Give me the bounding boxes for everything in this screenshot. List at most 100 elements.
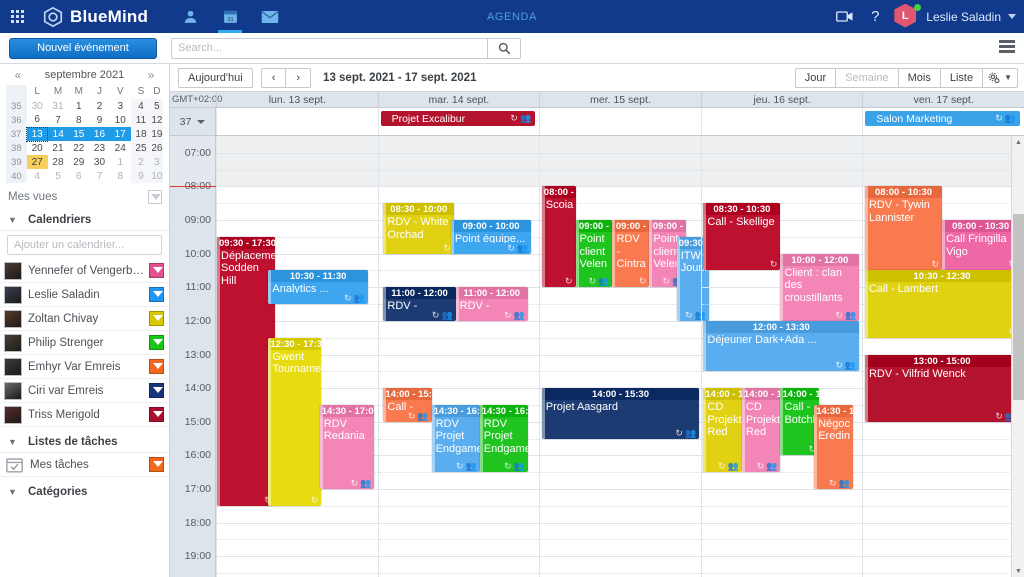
calendar-event[interactable]: 09:00 - Point client Velen ↻👥 xyxy=(575,220,613,288)
mini-cal-day[interactable]: 12 xyxy=(151,113,163,127)
calendar-color-flag[interactable] xyxy=(149,407,164,422)
day-header-4[interactable]: ven. 17 sept. xyxy=(862,92,1024,107)
calendar-event[interactable]: 14:00 - 16CD Projekt Red ↻👥 xyxy=(741,388,781,473)
calendar-event[interactable]: 11:00 - 12:00 RDV - ↻ 👥 xyxy=(455,287,528,321)
calendar-event[interactable]: 14:30 - 16:30RDV Projet Endgame ↻👥 xyxy=(479,404,528,473)
mini-cal-day[interactable]: 8 xyxy=(110,169,131,183)
mini-cal-day[interactable]: 31 xyxy=(48,99,69,113)
vertical-scrollbar[interactable]: ▲ ▼ xyxy=(1011,136,1024,577)
sidebar-item-calendar-6[interactable]: Triss Merigold xyxy=(0,403,169,427)
day-header-0[interactable]: lun. 13 sept. xyxy=(216,92,378,107)
grid-apps-icon[interactable] xyxy=(0,0,34,33)
mini-cal-day[interactable]: 4 xyxy=(27,169,48,183)
mini-cal-day[interactable]: 28 xyxy=(48,155,69,169)
all-day-cell-2[interactable] xyxy=(539,108,701,135)
calendar-event[interactable]: 10:00 - 12:00 Client : clan des croustill… xyxy=(780,253,860,321)
calendar-color-flag[interactable] xyxy=(149,287,164,302)
sidebar-item-calendar-4[interactable]: Emhyr Var Emreis xyxy=(0,355,169,379)
mini-cal-day[interactable]: 9 xyxy=(130,169,152,183)
day-header-1[interactable]: mar. 14 sept. xyxy=(377,92,540,107)
previous-week-button[interactable]: ‹ xyxy=(260,67,287,88)
my-views-flag-icon[interactable] xyxy=(148,190,162,204)
mini-cal-day[interactable]: 7 xyxy=(89,169,110,183)
calendar-color-flag[interactable] xyxy=(149,311,164,326)
calendar-event[interactable]: 09:00 - RDV - Cintra ↻ xyxy=(612,220,650,288)
mini-cal-day[interactable]: 2 xyxy=(89,99,110,113)
all-day-cell-1[interactable]: Projet Excalibur ↻ 👥 xyxy=(377,108,540,135)
mini-cal-day[interactable]: 5 xyxy=(48,169,69,183)
search-button[interactable] xyxy=(487,37,521,59)
week-number-cell[interactable]: 37 xyxy=(170,108,216,135)
mini-cal-day[interactable]: 16 xyxy=(89,127,110,141)
scroll-up-arrow-icon[interactable]: ▲ xyxy=(1012,136,1024,148)
next-week-button[interactable]: › xyxy=(286,67,312,88)
calendar-event[interactable]: 11:00 - 12:00 RDV - ↻ 👥 xyxy=(383,287,456,321)
calendar-event[interactable]: 09:00 - 10:30Call Fringilla Vigo↻ xyxy=(942,220,1020,271)
mini-cal-day[interactable]: 6 xyxy=(68,169,89,183)
scrollbar-thumb[interactable] xyxy=(1013,214,1024,400)
mini-cal-day[interactable]: 2 xyxy=(130,155,152,169)
avatar[interactable]: L xyxy=(894,3,922,30)
mini-cal-day[interactable]: 26 xyxy=(151,141,163,155)
mini-cal-day[interactable]: 1 xyxy=(68,99,89,113)
chevron-down-icon[interactable] xyxy=(1008,14,1016,19)
calendar-event[interactable]: 14:00 - 15:30 Projet Aasgard ↻ 👥 xyxy=(541,388,700,439)
mini-cal-day[interactable]: 3 xyxy=(151,155,163,169)
sidebar-item-calendar-3[interactable]: Philip Strenger xyxy=(0,331,169,355)
categories-section-header[interactable]: ▼ Catégories xyxy=(0,481,169,503)
sidebar-item-calendar-1[interactable]: Leslie Saladin xyxy=(0,283,169,307)
calendar-event[interactable]: 09:00 - 10:00 Point équipe... ↻ 👥 xyxy=(450,220,532,254)
search-input[interactable] xyxy=(171,37,487,59)
video-call-icon[interactable] xyxy=(830,0,860,33)
mini-cal-prev-button[interactable]: « xyxy=(12,68,24,82)
mini-cal-day[interactable]: 10 xyxy=(110,113,131,127)
all-day-event[interactable]: Salon Marketing ↻ 👥 xyxy=(865,111,1020,126)
user-name-label[interactable]: Leslie Saladin xyxy=(926,10,1001,24)
mini-cal-day[interactable]: 15 xyxy=(68,127,90,141)
calendar-event[interactable]: 08:00 - Scoia ↻ xyxy=(541,186,576,288)
view-button-liste[interactable]: Liste xyxy=(940,67,984,88)
day-header-2[interactable]: mer. 15 sept. xyxy=(539,92,701,107)
day-column-1[interactable]: 08:30 - 10:00 RDV - White Orchad ↻ 09:00 - … xyxy=(377,136,540,577)
mini-cal-next-button[interactable]: » xyxy=(145,68,157,82)
mini-cal-day[interactable]: 24 xyxy=(110,141,131,155)
mini-cal-day[interactable]: 20 xyxy=(27,141,48,155)
mini-cal-week-number[interactable]: 36 xyxy=(6,113,27,127)
mini-cal-day[interactable]: 5 xyxy=(151,99,163,113)
mini-cal-day[interactable]: 23 xyxy=(89,141,110,155)
calendar-event[interactable]: 08:00 - 10:30 RDV - Tywin Lannister ↻ xyxy=(864,186,943,271)
mini-cal-day[interactable]: 21 xyxy=(48,141,69,155)
my-views-row[interactable]: Mes vues xyxy=(0,185,169,209)
mini-cal-week-number[interactable]: 37 xyxy=(6,127,27,141)
all-day-event[interactable]: Projet Excalibur ↻ 👥 xyxy=(380,111,536,126)
contacts-icon[interactable] xyxy=(170,0,210,33)
mini-cal-day[interactable]: 27 xyxy=(26,155,48,169)
help-icon[interactable]: ? xyxy=(860,0,890,33)
calendar-event[interactable]: 12:00 - 13:30 Déjeuner Dark+Ada ... ↻ 👥 xyxy=(703,320,860,372)
calendar-event[interactable]: 12:30 - 17:30Gwent Tournament ↻ xyxy=(268,337,322,506)
mini-cal-day[interactable]: 17 xyxy=(109,127,131,141)
mini-cal-day[interactable]: 29 xyxy=(68,155,89,169)
calendar-icon[interactable]: 31 xyxy=(210,0,250,33)
mini-cal-week-number[interactable]: 40 xyxy=(6,169,27,183)
calendar-event[interactable]: 14:30 - 17Négoc Eredin ↻👥 xyxy=(814,404,853,489)
add-calendar-field[interactable] xyxy=(7,235,162,255)
calendar-event[interactable]: 14:30 - 17:00 RDV Redania ↻ 👥 xyxy=(319,404,375,489)
mini-cal-week-number[interactable]: 35 xyxy=(6,99,27,113)
my-tasks-color-flag[interactable] xyxy=(149,457,164,472)
mini-cal-day[interactable]: 1 xyxy=(110,155,131,169)
add-calendar-input[interactable] xyxy=(14,239,155,251)
calendar-color-flag[interactable] xyxy=(149,383,164,398)
mini-cal-day[interactable]: 6 xyxy=(27,113,48,127)
day-column-0[interactable]: 09:30 - 17:30Déplacement Sodden Hill ↻ 10:… xyxy=(216,136,378,577)
mini-cal-day[interactable]: 22 xyxy=(68,141,89,155)
calendar-event[interactable]: 14:30 - 16:30RDV Projet Endgame ↻👥 xyxy=(431,404,480,473)
chevron-down-icon[interactable]: ▼ xyxy=(8,437,20,447)
chevron-down-icon[interactable]: ▼ xyxy=(8,487,20,497)
brand-logo-area[interactable]: BlueMind xyxy=(42,6,148,28)
mini-cal-day[interactable]: 25 xyxy=(130,141,152,155)
mini-cal-week-number[interactable]: 39 xyxy=(6,155,27,169)
mini-cal-day[interactable]: 8 xyxy=(68,113,89,127)
all-day-cell-0[interactable] xyxy=(216,108,378,135)
day-column-3[interactable]: 08:30 - 10:30 Call - Skellige ↻ 10:00 - 12:… xyxy=(700,136,863,577)
